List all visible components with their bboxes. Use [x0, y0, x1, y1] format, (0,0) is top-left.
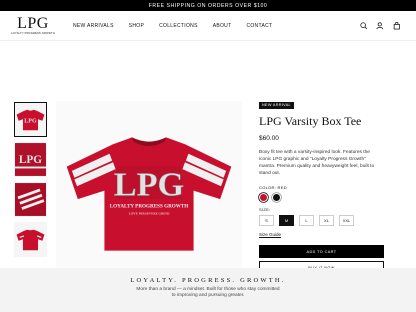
footer-tagline: LOYALTY. PROGRESS. GROWTH. [130, 277, 286, 284]
product-main: LPG LPG LPG LOYALTY PROGRESS GROWTH LOVE… [0, 41, 416, 296]
promo-bar: FREE SHIPPING ON ORDERS OVER $100 [0, 0, 416, 11]
promo-text: FREE SHIPPING ON ORDERS OVER $100 [148, 2, 268, 9]
header-icons [359, 11, 401, 41]
add-to-cart-button[interactable]: ADD TO CART [259, 245, 384, 258]
size-label: SIZE: [259, 207, 271, 212]
logo-subtext: LOYALTY PROGRESS GROWTH [11, 32, 55, 35]
site-header: LPG LOYALTY PROGRESS GROWTH NEW ARRIVALS… [0, 11, 416, 41]
shirt-graphic-line1: LOYALTY PROGRESS GROWTH [110, 204, 189, 210]
thumbnail-front[interactable]: LPG [14, 102, 47, 137]
tshirt-graphic: LPG LOYALTY PROGRESS GROWTH LOVE PERSEVE… [66, 137, 232, 251]
size-l[interactable]: L [299, 215, 314, 226]
svg-text:LPG: LPG [24, 118, 37, 124]
thumbnail-list: LPG LPG [14, 102, 47, 262]
footer-line-1: More than a brand — a mindset. Built for… [136, 287, 280, 292]
product-price: $60.00 [259, 135, 279, 142]
main-nav: NEW ARRIVALS SHOP COLLECTIONS ABOUT CONT… [73, 23, 272, 29]
svg-text:LPG: LPG [19, 154, 42, 166]
size-options: S M L XL XXL [259, 215, 385, 226]
bag-icon[interactable] [393, 22, 401, 30]
shirt-graphic-line2: LOVE PERSEVERE GRIND [129, 212, 170, 216]
nav-new-arrivals[interactable]: NEW ARRIVALS [73, 23, 114, 29]
swatch-black[interactable] [272, 193, 281, 202]
thumbnail-sleeve-detail[interactable] [14, 182, 47, 217]
swatch-red[interactable] [259, 193, 268, 202]
product-title: LPG Varsity Box Tee [259, 114, 362, 128]
color-label: COLOR: RED [259, 185, 287, 190]
size-m[interactable]: M [279, 215, 294, 226]
search-icon[interactable] [359, 22, 368, 30]
nav-shop[interactable]: SHOP [129, 23, 144, 29]
logo-text: LPG [17, 15, 49, 32]
size-guide-link[interactable]: Size Guide [259, 232, 385, 237]
nav-contact[interactable]: CONTACT [246, 23, 272, 29]
product-info: NEW ARRIVAL LPG Varsity Box Tee $60.00 B… [259, 93, 385, 274]
size-xxl[interactable]: XXL [339, 215, 354, 226]
nav-collections[interactable]: COLLECTIONS [159, 23, 198, 29]
brand-logo[interactable]: LPG LOYALTY PROGRESS GROWTH [11, 15, 55, 36]
shirt-graphic-lpg: LPG [114, 166, 184, 204]
size-xl[interactable]: XL [319, 215, 334, 226]
thumbnail-graphic-closeup[interactable]: LPG [14, 142, 47, 177]
size-s[interactable]: S [259, 215, 274, 226]
footer-line-2: to improving and pursuing greater. [171, 293, 245, 298]
brand-footer: LOYALTY. PROGRESS. GROWTH. More than a b… [0, 268, 416, 312]
product-description: Boxy fit tee with a varsity-inspired loo… [259, 150, 375, 176]
product-main-image[interactable]: LPG LOYALTY PROGRESS GROWTH LOVE PERSEVE… [56, 101, 242, 287]
color-swatches [259, 193, 385, 202]
nav-about[interactable]: ABOUT [213, 23, 232, 29]
thumbnail-back[interactable] [14, 222, 47, 257]
new-arrival-badge: NEW ARRIVAL [259, 101, 294, 109]
user-icon[interactable] [376, 22, 384, 30]
